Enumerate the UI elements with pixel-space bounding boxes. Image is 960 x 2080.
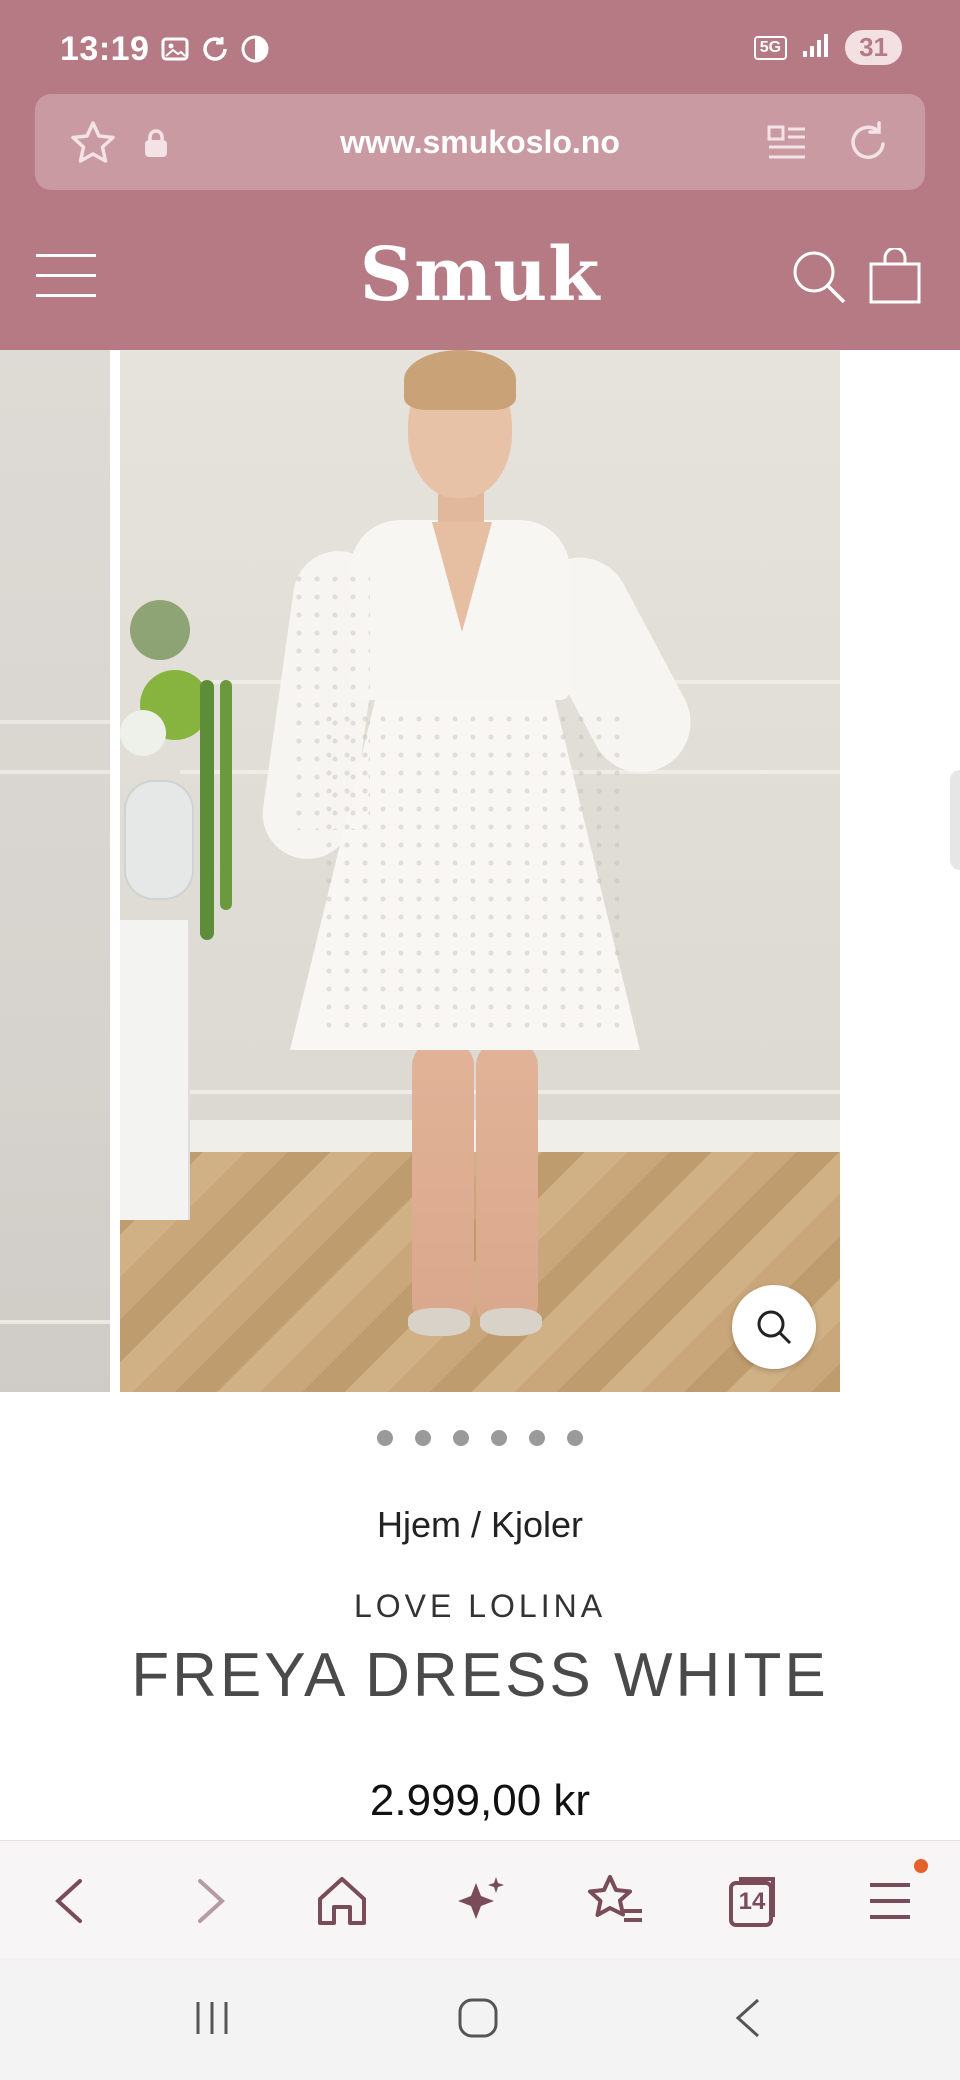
gallery-dot[interactable]	[491, 1430, 507, 1446]
recent-apps-icon[interactable]	[190, 1996, 234, 2045]
gallery-dot[interactable]	[453, 1430, 469, 1446]
status-notification-icons	[160, 34, 270, 64]
product-price: 2.999,00 kr	[369, 1776, 591, 1825]
back-icon[interactable]	[42, 1871, 102, 1931]
gallery-dot[interactable]	[377, 1430, 393, 1446]
sync-icon	[200, 34, 230, 64]
product-title: FREYA DRESS WHITE	[131, 1641, 829, 1710]
data-saver-icon	[240, 34, 270, 64]
product-image-gallery[interactable]	[0, 350, 960, 1392]
status-time: 13:19	[60, 30, 150, 68]
browser-address-area: www.smukoslo.no	[0, 90, 960, 210]
zoom-icon	[757, 1310, 792, 1345]
breadcrumb: Hjem / Kjoler	[0, 1504, 960, 1546]
status-system-icons: 5G 31	[753, 30, 902, 65]
site-header: Smuk	[0, 210, 960, 350]
shopping-bag-icon[interactable]	[868, 246, 922, 311]
address-bar[interactable]: www.smukoslo.no	[35, 94, 925, 190]
status-bar: 13:19 5G 31	[0, 0, 960, 90]
previous-product-image[interactable]	[0, 350, 110, 1392]
battery-level: 31	[845, 30, 902, 65]
network-type: 5G	[753, 35, 788, 60]
home-icon[interactable]	[312, 1871, 372, 1931]
system-back-icon[interactable]	[728, 1996, 772, 2045]
next-product-image[interactable]	[950, 770, 960, 870]
bookmarks-icon[interactable]	[586, 1871, 646, 1931]
tabs-icon[interactable]: 14	[728, 1871, 788, 1931]
forward-icon[interactable]	[178, 1871, 238, 1931]
gallery-pagination	[0, 1430, 960, 1451]
notification-dot	[914, 1859, 928, 1873]
breadcrumb-separator: /	[460, 1504, 491, 1545]
breadcrumb-home-link[interactable]: Hjem	[377, 1504, 461, 1545]
zoom-button[interactable]	[732, 1285, 816, 1369]
browser-bottom-toolbar: 14	[0, 1840, 960, 1958]
reader-mode-icon[interactable]	[767, 124, 807, 167]
search-icon[interactable]	[790, 248, 848, 311]
breadcrumb-category-link[interactable]: Kjoler	[491, 1504, 583, 1545]
signal-icon	[801, 31, 831, 64]
tab-count: 14	[738, 1888, 766, 1915]
ai-sparkle-icon[interactable]	[450, 1871, 510, 1931]
product-brand[interactable]: LOVE LOLINA	[0, 1588, 960, 1625]
gallery-dot[interactable]	[415, 1430, 431, 1446]
gallery-dot[interactable]	[529, 1430, 545, 1446]
product-image[interactable]	[120, 350, 840, 1392]
menu-icon[interactable]	[862, 1859, 928, 1931]
reload-icon[interactable]	[845, 120, 891, 171]
gallery-dot[interactable]	[567, 1430, 583, 1446]
system-navigation-bar	[0, 1958, 960, 2080]
screenshot-icon	[160, 34, 190, 64]
home-button-icon[interactable]	[456, 1996, 500, 2045]
